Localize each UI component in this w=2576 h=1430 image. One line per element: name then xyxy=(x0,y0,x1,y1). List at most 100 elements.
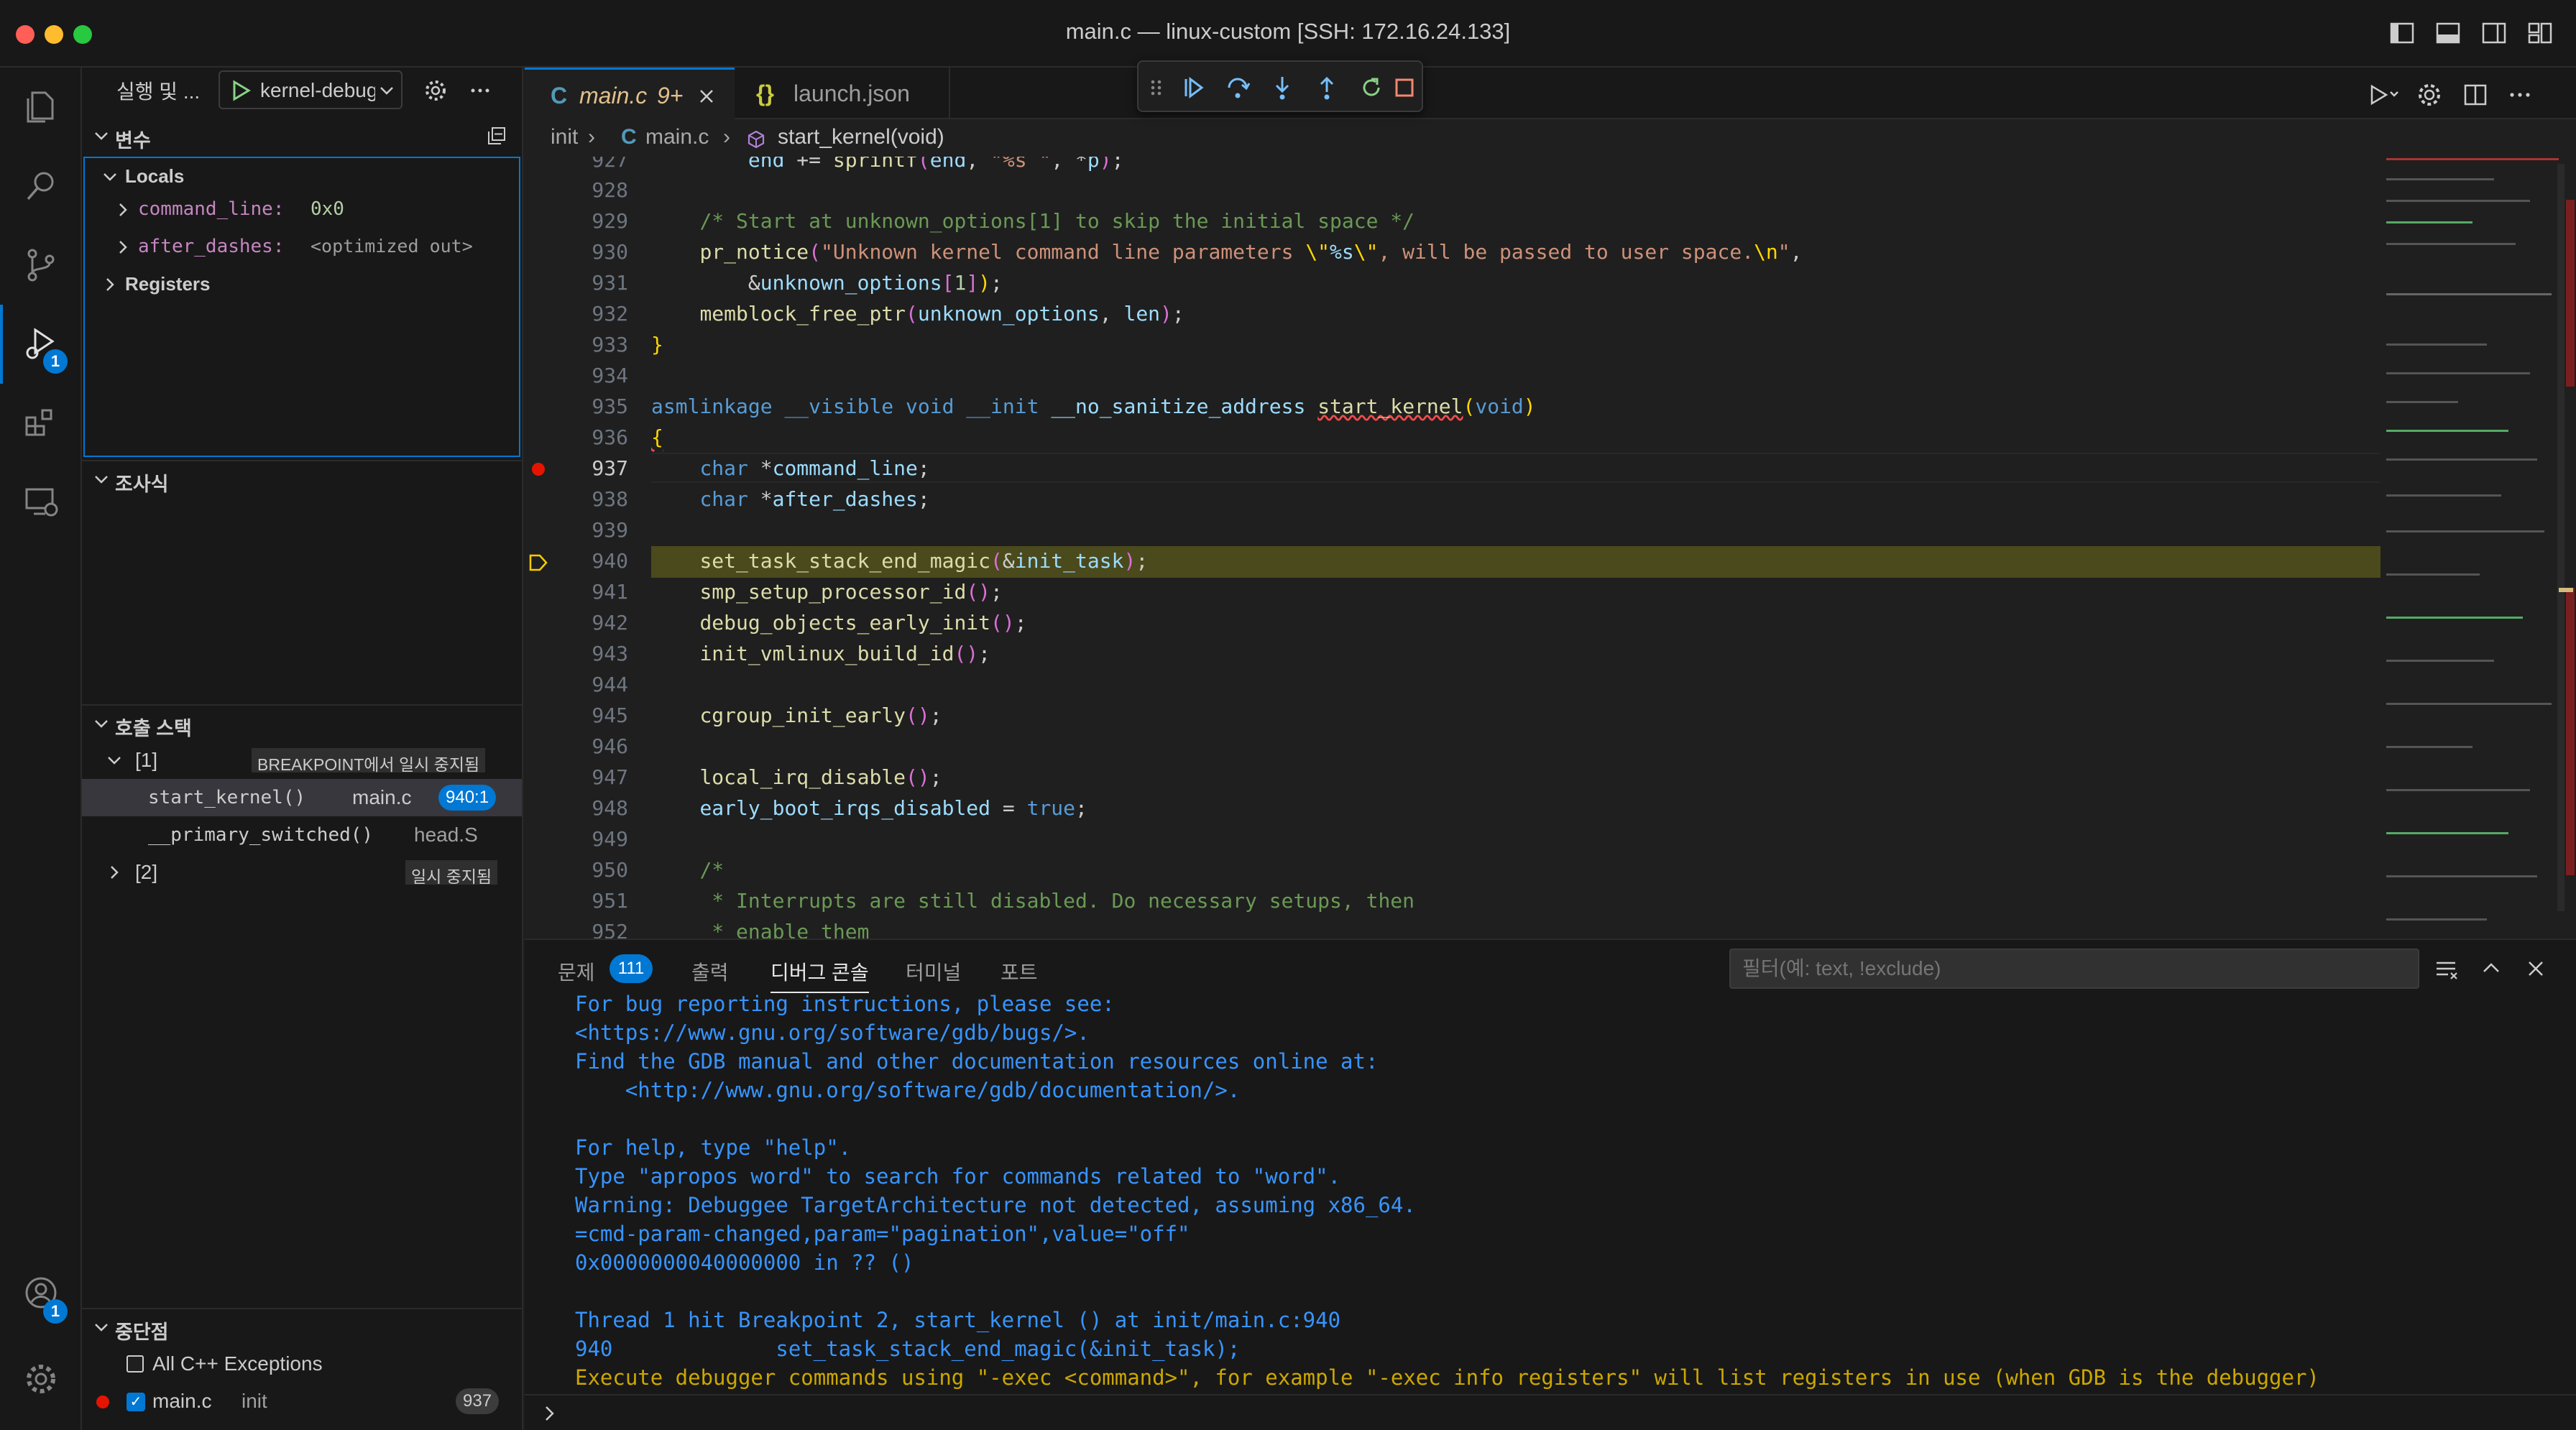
thread-status: 일시 중지됨 xyxy=(405,860,498,886)
debug-sidebar: 실행 및 ... kernel-debug 변수 Locals command_… xyxy=(82,68,523,1430)
more-actions-icon[interactable] xyxy=(2506,80,2534,109)
toggle-panel-icon[interactable] xyxy=(2434,19,2462,47)
maximize-panel-icon[interactable] xyxy=(2478,956,2504,982)
remote-explorer-icon[interactable] xyxy=(0,463,82,542)
drag-handle-icon[interactable] xyxy=(1149,73,1164,102)
gear-icon[interactable] xyxy=(423,78,448,103)
json-file-icon: {} xyxy=(756,80,774,106)
console-line: Find the GDB manual and other documentat… xyxy=(575,1049,1379,1074)
toggle-primary-sidebar-icon[interactable] xyxy=(2388,19,2416,47)
code-line: memblock_free_ptr(unknown_options, len); xyxy=(699,302,1184,326)
clear-console-icon[interactable] xyxy=(2434,956,2460,982)
chevron-down-icon xyxy=(95,132,108,140)
chevron-right-icon: › xyxy=(723,125,730,149)
exceptions-checkbox[interactable] xyxy=(126,1355,144,1373)
paused-arrow-icon xyxy=(529,554,548,571)
console-filter-input[interactable] xyxy=(1729,949,2419,989)
line-number: 951 xyxy=(592,889,628,913)
line-number: 941 xyxy=(592,580,628,604)
start-debugging-icon[interactable] xyxy=(230,79,252,102)
source-control-icon[interactable] xyxy=(0,226,82,305)
title-bar: main.c — linux-custom [SSH: 172.16.24.13… xyxy=(0,0,2576,68)
registers-scope[interactable]: Registers xyxy=(85,266,519,303)
frame-file: main.c xyxy=(352,786,412,808)
code-editor[interactable]: 927 928 929 930 931 932 933 934 935 936 … xyxy=(525,157,2576,938)
code-line: smp_setup_processor_id(); xyxy=(699,580,1003,604)
collapse-all-icon[interactable] xyxy=(486,125,507,147)
breadcrumb: init › C main.c › start_kernel(void) xyxy=(525,119,2576,157)
breakpoint-checkbox[interactable]: ✓ xyxy=(126,1393,145,1411)
chevron-down-icon xyxy=(104,173,116,181)
code-line: /* Start at unknown_options[1] to skip t… xyxy=(699,209,1415,233)
line-number: 938 xyxy=(592,487,628,511)
minimap[interactable] xyxy=(2385,157,2576,938)
run-file-icon[interactable] xyxy=(2368,82,2401,108)
console-hint-line: Execute debugger commands using "-exec <… xyxy=(575,1365,2319,1390)
watch-section-header[interactable]: 조사식 xyxy=(82,460,522,496)
step-out-icon[interactable] xyxy=(1312,73,1341,102)
problems-count-badge: 111 xyxy=(610,954,653,983)
breakpoints-section-header[interactable]: 중단점 xyxy=(82,1308,522,1344)
callstack-section-header[interactable]: 호출 스택 xyxy=(82,704,522,740)
breakpoint-exceptions-row[interactable]: All C++ Exceptions xyxy=(82,1345,522,1383)
tab-launch-json[interactable]: {} launch.json xyxy=(735,68,950,119)
line-number: 947 xyxy=(592,765,628,789)
locals-scope[interactable]: Locals xyxy=(85,158,519,195)
variable-row[interactable]: command_line: 0x0 xyxy=(85,191,519,229)
stack-frame[interactable]: __primary_switched() head.S xyxy=(82,816,522,854)
line-number: 942 xyxy=(592,611,628,635)
variable-row[interactable]: after_dashes: <optimized out> xyxy=(85,229,519,266)
debug-badge: 1 xyxy=(43,349,68,374)
customize-layout-icon[interactable] xyxy=(2526,19,2554,47)
restart-icon[interactable] xyxy=(1357,73,1386,102)
tab-label: main.c xyxy=(579,83,648,109)
launch-config-name: kernel-debug xyxy=(260,79,375,101)
frame-function: start_kernel() xyxy=(148,787,306,808)
variables-section-header[interactable]: 변수 xyxy=(82,118,522,154)
launch-config-dropdown[interactable]: kernel-debug xyxy=(218,70,402,109)
split-editor-icon[interactable] xyxy=(2461,80,2490,109)
more-actions-icon[interactable] xyxy=(467,78,493,103)
explorer-icon[interactable] xyxy=(0,68,82,147)
extensions-icon[interactable] xyxy=(0,384,82,463)
tab-debug-console[interactable]: 디버그 콘솔 xyxy=(770,957,869,993)
breadcrumb-symbol[interactable]: start_kernel(void) xyxy=(778,125,944,149)
tab-label: launch.json xyxy=(794,80,910,106)
run-and-debug-icon[interactable]: 1 xyxy=(0,305,82,384)
tab-main-c[interactable]: C main.c 9+ xyxy=(525,68,735,119)
tab-problems[interactable]: 문제 xyxy=(558,957,595,986)
toggle-secondary-sidebar-icon[interactable] xyxy=(2480,19,2508,47)
breadcrumb-file[interactable]: main.c xyxy=(645,125,709,149)
step-over-icon[interactable] xyxy=(1223,73,1252,102)
tab-terminal[interactable]: 터미널 xyxy=(906,957,961,986)
step-into-icon[interactable] xyxy=(1268,73,1297,102)
breakpoint-dot-icon[interactable] xyxy=(532,463,545,476)
accounts-icon[interactable]: 1 xyxy=(0,1253,82,1332)
console-line[interactable]: <https://www.gnu.org/software/gdb/bugs/>… xyxy=(575,1020,1090,1045)
tab-output[interactable]: 출력 xyxy=(691,957,729,986)
callstack-section-title: 호출 스택 xyxy=(115,718,192,739)
tab-ports[interactable]: 포트 xyxy=(1000,957,1038,986)
stack-frame[interactable]: start_kernel() main.c 940:1 xyxy=(82,779,522,816)
console-line: For help, type "help". xyxy=(575,1135,852,1160)
gear-icon[interactable] xyxy=(2415,80,2444,109)
console-line[interactable]: <http://www.gnu.org/software/gdb/documen… xyxy=(575,1078,1241,1102)
continue-icon[interactable] xyxy=(1179,73,1208,102)
thread-row[interactable]: [2] 일시 중지됨 xyxy=(82,854,522,891)
breakpoint-dot-icon xyxy=(96,1396,109,1408)
code-line: end += sprintf(end, "%s ", *p); xyxy=(748,157,1124,172)
stop-icon[interactable] xyxy=(1390,73,1419,102)
manage-gear-icon[interactable] xyxy=(0,1339,82,1419)
close-icon[interactable] xyxy=(2523,956,2549,982)
breadcrumb-folder[interactable]: init xyxy=(551,125,578,149)
breakpoint-row[interactable]: ✓ main.c init 937 xyxy=(82,1383,522,1420)
c-file-icon: C xyxy=(551,83,568,109)
search-icon[interactable] xyxy=(0,147,82,226)
minimap-preview xyxy=(2386,158,2575,921)
thread-row[interactable]: [1] BREAKPOINT에서 일시 중지됨 xyxy=(82,742,522,779)
activity-bar: 1 1 xyxy=(0,68,82,1430)
variable-name: command_line: xyxy=(138,198,285,220)
code-line: debug_objects_early_init(); xyxy=(699,611,1027,635)
close-icon[interactable] xyxy=(697,87,716,106)
debug-console-input[interactable] xyxy=(525,1394,2576,1430)
